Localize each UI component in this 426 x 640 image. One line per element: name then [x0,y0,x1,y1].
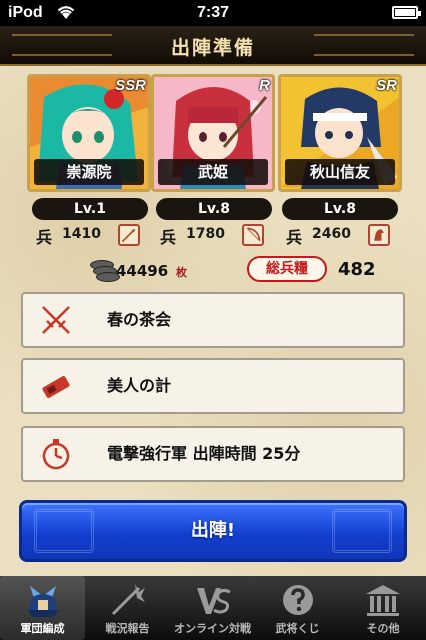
coins-value: 44496 [116,262,169,280]
troop-label: 兵 [286,228,303,247]
stopwatch-icon [42,439,70,470]
total-troops-value: 482 [338,259,376,280]
temple-icon [366,585,400,616]
general-name: 秋山信友 [285,159,395,185]
tab-battle-report[interactable]: 戦況報告 [85,576,170,640]
crossed-swords-icon [42,306,70,334]
tab-other[interactable]: その他 [340,576,426,640]
cavalry-icon [368,224,390,246]
versus-icon [197,588,231,614]
general-level: Lv.8 [156,198,272,220]
spear-icon [118,224,140,246]
rarity-badge: SSR [115,77,146,94]
troop-count-1: 兵 1410 [36,224,146,247]
general-level: Lv.1 [32,198,148,220]
coins-unit: 枚 [176,266,187,279]
rarity-badge: SR [376,77,397,94]
option-row-beauty-plan[interactable]: 美人の計 [21,358,405,414]
sortie-button[interactable]: 出陣! [19,500,407,562]
general-level: Lv.8 [282,198,398,220]
general-card-3[interactable]: SR 秋山信友 [278,74,402,192]
troop-value: 2460 [312,226,351,242]
option-row-tea-party[interactable]: 春の茶会 [21,292,405,348]
troop-value: 1780 [186,226,225,242]
general-card-2[interactable]: R 武姫 [151,74,275,192]
screen-header: 出陣準備 [0,26,426,66]
bow-icon [242,224,264,246]
tab-label: その他 [366,622,400,635]
troop-count-2: 兵 1780 [160,224,270,247]
tab-army-formation[interactable]: 軍団編成 [0,576,85,640]
tab-label: 軍団編成 [20,622,65,635]
tab-label: 戦況報告 [105,622,150,635]
page-title: 出陣準備 [170,37,255,59]
total-troops-label: 総兵糧 [247,256,327,282]
sortie-label: 出陣! [190,520,236,541]
troop-label: 兵 [36,228,53,247]
scroll-icon [42,376,70,398]
tab-online-battle[interactable]: オンライン対戦 [170,576,255,640]
general-name: 崇源院 [34,159,144,185]
troop-label: 兵 [160,228,177,247]
status-bar: iPod 7:37 [0,0,426,26]
general-card-1[interactable]: SSR 崇源院 [27,74,151,192]
troop-value: 1410 [62,226,101,242]
tab-label: 武将くじ [275,622,320,635]
clock: 7:37 [196,4,230,21]
rarity-badge: R [259,77,270,94]
general-name: 武姫 [158,159,268,185]
tab-bar: 軍団編成 戦況報告 オンライン対戦 武将くじ その他 [0,576,426,640]
samurai-helmet-icon [28,586,58,617]
weapon-explosion-icon [111,584,145,616]
option-label: 春の茶会 [107,310,172,329]
tab-general-lottery[interactable]: 武将くじ [255,576,340,640]
option-label: 電撃強行軍 出陣時間 25分 [107,444,301,463]
question-mark-icon [283,585,313,615]
tab-label: オンライン対戦 [174,622,251,635]
option-row-forced-march[interactable]: 電撃強行軍 出陣時間 25分 [21,426,405,482]
battery-icon [392,6,421,19]
troop-count-3: 兵 2460 [286,224,396,247]
option-label: 美人の計 [107,376,172,395]
